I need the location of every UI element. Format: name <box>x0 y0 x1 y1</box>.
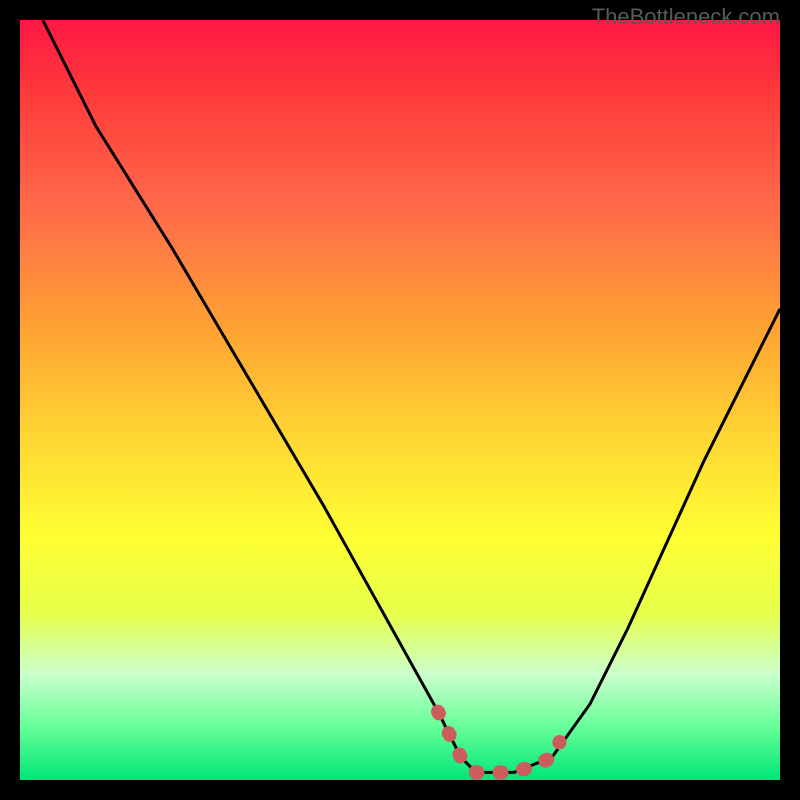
gradient-background <box>20 20 780 780</box>
chart-frame <box>20 20 780 780</box>
watermark-text: TheBottleneck.com <box>592 4 780 30</box>
chart-svg <box>20 20 780 780</box>
